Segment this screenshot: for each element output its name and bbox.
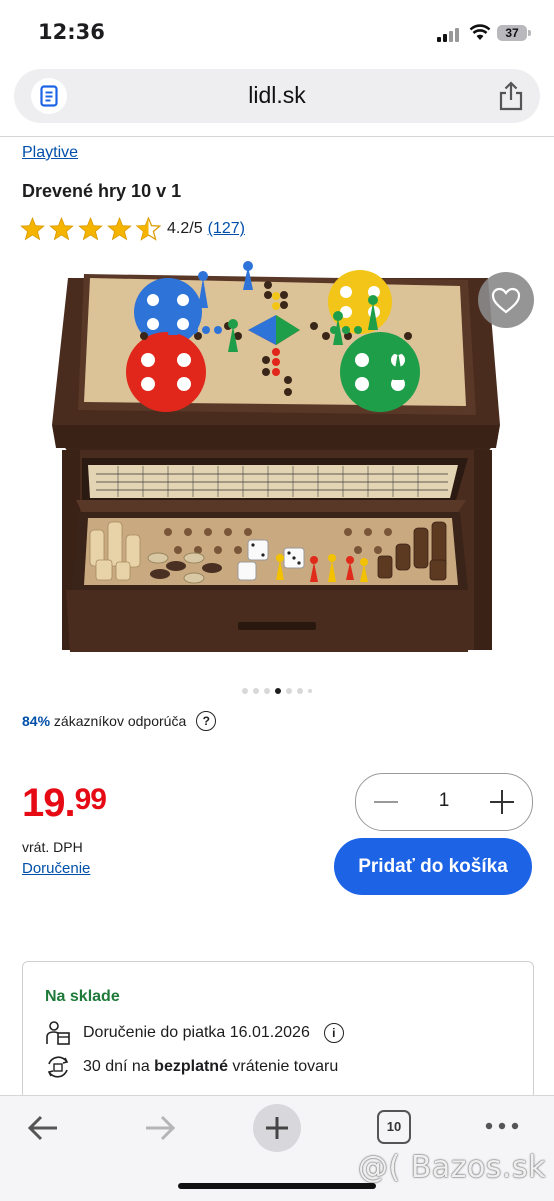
tabs-button[interactable]: 10 (377, 1110, 411, 1144)
share-icon[interactable] (498, 81, 524, 111)
info-icon[interactable]: i (323, 1023, 344, 1043)
returns-prefix: 30 dní na (83, 1058, 155, 1075)
gallery-dot[interactable] (286, 688, 292, 694)
price-cents: 99 (74, 783, 107, 816)
gallery-dot[interactable] (264, 688, 270, 694)
half-star-icon (136, 217, 161, 241)
more-icon[interactable] (485, 1122, 519, 1130)
gallery-dot[interactable] (297, 688, 303, 694)
recommendation-row: 84% zákazníkov odporúča ? (22, 711, 217, 731)
brand-link[interactable]: Playtive (22, 144, 78, 162)
gallery-dot[interactable] (308, 689, 312, 693)
quantity-stepper[interactable]: 1 (355, 773, 533, 831)
heart-icon (491, 287, 521, 313)
star-icon (107, 217, 132, 241)
price-main: 19. (22, 781, 76, 825)
back-arrow-icon[interactable] (26, 1113, 60, 1143)
status-time: 12:36 (38, 20, 105, 44)
battery-nub (528, 30, 531, 36)
gallery-pagination[interactable] (0, 688, 554, 698)
address-bar[interactable]: lidl.sk (14, 69, 540, 123)
add-to-cart-button[interactable]: Pridať do košíka (334, 838, 532, 895)
watermark: @( Bazos.sk (358, 1150, 546, 1185)
price: 19.99 (22, 781, 107, 826)
recommend-text: zákazníkov odporúča (53, 713, 187, 729)
availability-box: Na sklade Doručenie do piatka 16.01.2026… (22, 961, 534, 1113)
home-indicator[interactable] (178, 1183, 376, 1189)
plus-icon[interactable] (488, 788, 516, 816)
plus-icon (266, 1117, 288, 1139)
delivery-date: Doručenie do piatka 16.01.2026 (83, 1024, 310, 1041)
returns-text: 30 dní na bezplatné vrátenie tovaru (83, 1058, 338, 1076)
returns-bold: bezplatné (154, 1058, 228, 1075)
star-icon (20, 217, 45, 241)
url-text[interactable]: lidl.sk (14, 82, 540, 109)
returns-row: 30 dní na bezplatné vrátenie tovaru (45, 1054, 338, 1080)
product-image[interactable] (48, 260, 508, 670)
delivery-row: Doručenie do piatka 16.01.2026 i (45, 1020, 344, 1046)
reviews-link[interactable]: (127) (208, 220, 245, 238)
product-title: Drevené hry 10 v 1 (22, 181, 182, 201)
stock-status: Na sklade (45, 988, 120, 1005)
new-tab-button[interactable] (253, 1104, 301, 1152)
status-bar: 12:36 37 (0, 0, 554, 64)
delivery-person-icon (46, 1021, 70, 1045)
rating-value: 4.2/5 (167, 220, 203, 237)
return-box-icon (47, 1056, 69, 1078)
returns-suffix: vrátenie tovaru (227, 1058, 339, 1075)
battery-icon: 37 (497, 25, 527, 41)
favorite-button[interactable] (478, 272, 534, 328)
star-icon (49, 217, 74, 241)
gallery-dot[interactable] (253, 688, 259, 694)
signal-icon (437, 26, 461, 42)
gallery-dot-active[interactable] (275, 688, 281, 694)
gallery-dot[interactable] (242, 688, 248, 694)
recommend-percent: 84% (22, 713, 51, 729)
forward-arrow-icon[interactable] (143, 1113, 177, 1143)
vat-note: vrát. DPH (22, 839, 83, 855)
wifi-icon (469, 24, 491, 40)
star-icon (78, 217, 103, 241)
question-icon[interactable]: ? (196, 711, 217, 731)
rating-row: 4.2/5 (127) (20, 217, 245, 241)
divider (0, 136, 554, 137)
delivery-link[interactable]: Doručenie (22, 860, 90, 877)
